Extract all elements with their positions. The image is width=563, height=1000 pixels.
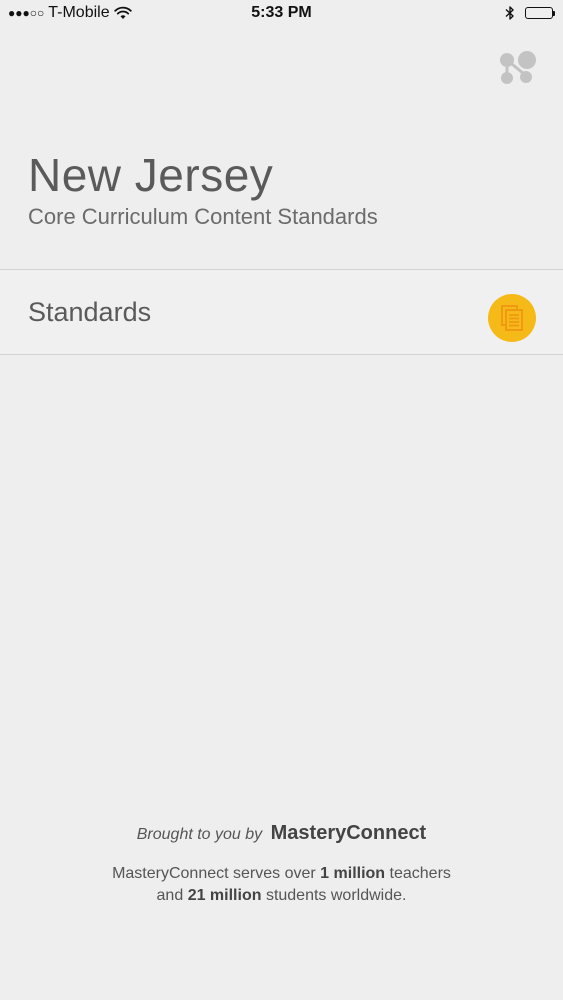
footer-line-1: MasteryConnect serves over 1 million tea… [0,863,563,885]
list-item-label: Standards [28,297,152,327]
status-right [505,5,555,21]
documents-icon [488,294,536,342]
battery-icon [525,7,555,19]
brand-name: MasteryConnect [270,822,427,844]
list-item-standards[interactable]: Standards [0,269,563,355]
share-icon [496,51,540,95]
brought-to-you-label: Brought to you by [136,826,263,843]
bluetooth-icon [505,5,515,21]
page-subtitle: Core Curriculum Content Standards [28,204,378,229]
footer-description: MasteryConnect serves over 1 million tea… [0,863,563,907]
footer: Brought to you by MasteryConnect Mastery… [0,822,563,907]
footer-text: and [156,887,184,904]
page-title: New Jersey [28,149,274,201]
footer-text: teachers [389,865,451,882]
status-time: 5:33 PM [251,4,312,21]
status-bar: ●●●○○ T-Mobile 5:33 PM [0,0,563,30]
footer-line-2: and 21 million students worldwide. [0,885,563,907]
footer-text: MasteryConnect serves over [112,865,316,882]
brought-to-you-line: Brought to you by MasteryConnect [0,822,563,845]
share-button[interactable] [496,47,540,91]
footer-text: students worldwide. [265,887,407,904]
footer-emphasis: 21 million [187,887,262,904]
footer-emphasis: 1 million [320,865,386,882]
